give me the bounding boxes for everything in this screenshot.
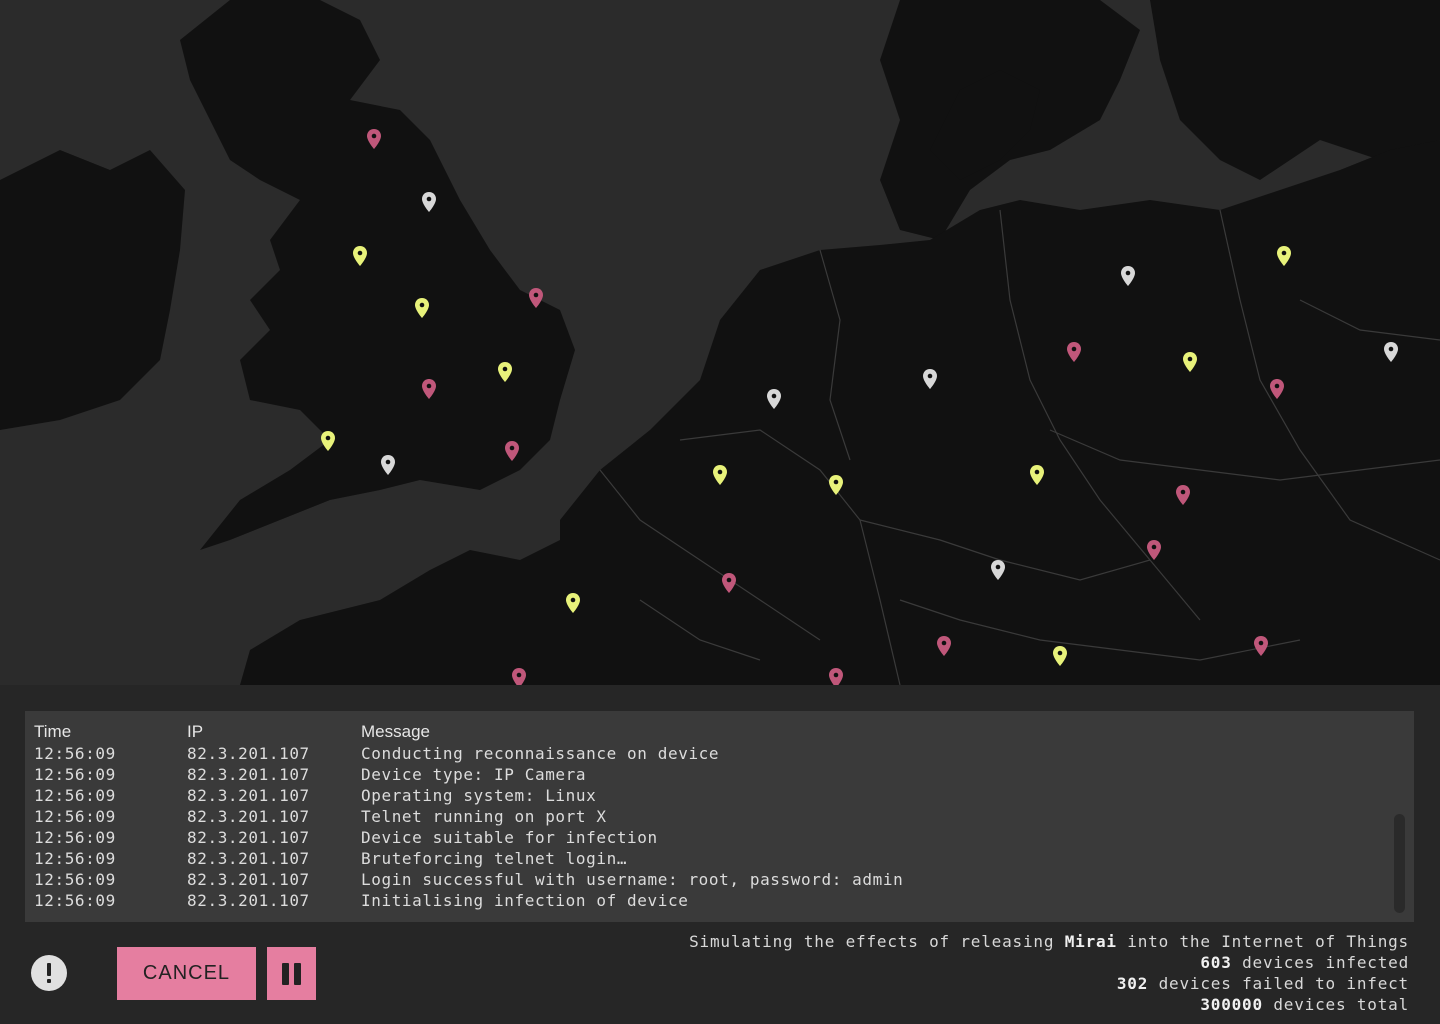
total-label: devices total [1262,995,1409,1014]
log-header-time: Time [34,721,72,741]
map-pin-scanning[interactable] [1384,342,1398,362]
map-pin-infected[interactable] [422,379,436,399]
map-land [0,0,1440,685]
log-ip: 82.3.201.107 [187,744,310,763]
map-pin-infected[interactable] [1147,540,1161,560]
stats-infected: 603 devices infected [689,952,1409,973]
pause-button[interactable] [267,947,316,1000]
map-pin-failed[interactable] [566,593,580,613]
stats-failed: 302 devices failed to infect [689,973,1409,994]
malware-name: Mirai [1064,932,1117,951]
map-pin-failed[interactable] [321,431,335,451]
map-pin-infected[interactable] [722,573,736,593]
map-pin-infected[interactable] [1270,379,1284,399]
cancel-button[interactable]: CANCEL [117,947,256,1000]
map-pin-scanning[interactable] [381,455,395,475]
map-pin-infected[interactable] [512,668,526,685]
map-pin-failed[interactable] [353,246,367,266]
log-ip: 82.3.201.107 [187,828,310,847]
log-time: 12:56:09 [34,744,116,763]
pause-icon [294,962,301,985]
log-message: Initialising infection of device [361,891,689,910]
log-message: Login successful with username: root, pa… [361,870,904,889]
log-row: 12:56:09 82.3.201.107 Initialising infec… [25,890,1385,911]
simulation-stats: Simulating the effects of releasing Mira… [689,931,1409,1015]
log-time: 12:56:09 [34,807,116,826]
log-ip: 82.3.201.107 [187,870,310,889]
failed-label: devices failed to infect [1148,974,1409,993]
log-time: 12:56:09 [34,849,116,868]
log-message: Conducting reconnaissance on device [361,744,720,763]
exclamation-circle-icon[interactable] [31,955,67,991]
log-message: Device suitable for infection [361,828,658,847]
map-pin-failed[interactable] [498,362,512,382]
log-row: 12:56:09 82.3.201.107 Login successful w… [25,869,1385,890]
map-pin-failed[interactable] [713,465,727,485]
map-pin-scanning[interactable] [767,389,781,409]
log-row: 12:56:09 82.3.201.107 Bruteforcing telne… [25,848,1385,869]
log-header-row: Time IP Message [25,721,1385,742]
log-message: Bruteforcing telnet login… [361,849,628,868]
infected-count: 603 [1200,953,1232,972]
map-pin-failed[interactable] [415,298,429,318]
event-log[interactable]: Time IP Message 12:56:09 82.3.201.107 Co… [25,711,1414,922]
map-pin-infected[interactable] [1067,342,1081,362]
log-row: 12:56:09 82.3.201.107 Telnet running on … [25,806,1385,827]
log-row: 12:56:09 82.3.201.107 Operating system: … [25,785,1385,806]
log-time: 12:56:09 [34,870,116,889]
map-pin-infected[interactable] [505,441,519,461]
log-time: 12:56:09 [34,828,116,847]
map-pin-failed[interactable] [1030,465,1044,485]
map-pin-scanning[interactable] [923,369,937,389]
map-pin-failed[interactable] [1053,646,1067,666]
log-ip: 82.3.201.107 [187,891,310,910]
log-message: Device type: IP Camera [361,765,587,784]
log-row: 12:56:09 82.3.201.107 Conducting reconna… [25,743,1385,764]
log-message: Telnet running on port X [361,807,607,826]
log-message: Operating system: Linux [361,786,597,805]
stats-intro-prefix: Simulating the effects of releasing [689,932,1065,951]
log-scrollbar[interactable] [1394,814,1405,913]
log-time: 12:56:09 [34,786,116,805]
stats-intro: Simulating the effects of releasing Mira… [689,931,1409,952]
map-pin-failed[interactable] [829,475,843,495]
map-pin-infected[interactable] [529,288,543,308]
log-row: 12:56:09 82.3.201.107 Device type: IP Ca… [25,764,1385,785]
map-pin-scanning[interactable] [422,192,436,212]
map-pin-scanning[interactable] [991,560,1005,580]
log-time: 12:56:09 [34,891,116,910]
log-row: 12:56:09 82.3.201.107 Device suitable fo… [25,827,1385,848]
map-pin-scanning[interactable] [1121,266,1135,286]
stats-total: 300000 devices total [689,994,1409,1015]
map-view[interactable] [0,0,1440,685]
map-pin-failed[interactable] [1183,352,1197,372]
log-header-message: Message [361,721,430,741]
log-ip: 82.3.201.107 [187,765,310,784]
log-time: 12:56:09 [34,765,116,784]
map-pin-infected[interactable] [829,668,843,685]
map-pin-failed[interactable] [1277,246,1291,266]
map-pin-infected[interactable] [937,636,951,656]
total-count: 300000 [1200,995,1263,1014]
failed-count: 302 [1116,974,1149,993]
log-header-ip: IP [187,721,204,741]
map-pin-infected[interactable] [1254,636,1268,656]
log-ip: 82.3.201.107 [187,807,310,826]
pause-icon [282,962,289,985]
infected-label: devices infected [1231,953,1409,972]
map-pin-infected[interactable] [1176,485,1190,505]
map-pin-infected[interactable] [367,129,381,149]
log-ip: 82.3.201.107 [187,786,310,805]
log-ip: 82.3.201.107 [187,849,310,868]
stats-intro-suffix: into the Internet of Things [1116,932,1409,951]
